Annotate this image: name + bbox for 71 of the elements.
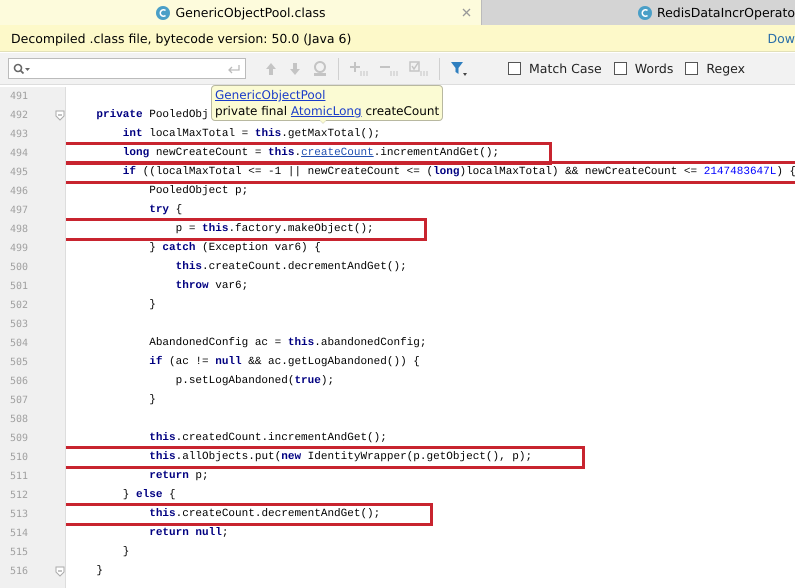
search-field[interactable] <box>8 58 246 79</box>
type-link[interactable]: AtomicLong <box>290 104 362 118</box>
class-file-icon <box>636 4 653 20</box>
code-line: return p; <box>148 469 209 484</box>
code-line: } <box>122 545 130 560</box>
line-number: 493 <box>8 129 28 140</box>
line-number: 499 <box>8 243 28 254</box>
line-number: 494 <box>8 148 28 159</box>
code-line: try { <box>148 203 182 218</box>
code-line: this.createdCount.incrementAndGet(); <box>148 431 387 446</box>
code-line: } else { <box>122 488 176 503</box>
line-number: 510 <box>8 452 28 463</box>
line-number: 498 <box>8 224 28 235</box>
line-number: 507 <box>8 395 28 406</box>
code-line: return null; <box>148 526 228 541</box>
line-number: 514 <box>8 528 28 539</box>
line-number: 506 <box>8 376 28 387</box>
editor-tab[interactable]: GenericObjectPool.class <box>0 0 482 25</box>
tooltip-text: private final AtomicLong createCount <box>215 103 440 119</box>
code-line: if (ac != null && ac.getLogAbandoned()) { <box>148 355 420 370</box>
filter-icon[interactable] <box>450 60 468 76</box>
code-line: int localMaxTotal = this.getMaxTotal(); <box>122 127 380 142</box>
search-icon <box>13 62 31 74</box>
line-number: 505 <box>8 357 28 368</box>
line-number: 513 <box>8 509 28 520</box>
class-link[interactable]: GenericObjectPool <box>215 88 326 102</box>
fold-icon[interactable] <box>55 566 65 577</box>
code-line: } <box>148 298 156 313</box>
code-line: } <box>148 393 156 408</box>
line-number: 503 <box>8 319 28 330</box>
fold-icon[interactable] <box>55 110 65 121</box>
enter-icon <box>227 64 241 74</box>
arrow-down-icon[interactable] <box>288 62 302 76</box>
download-link[interactable]: Dow <box>768 30 795 46</box>
line-number: 502 <box>8 300 28 311</box>
checkbox[interactable] <box>685 62 698 75</box>
line-number: 492 <box>8 110 28 121</box>
checkbox[interactable] <box>508 62 521 75</box>
person-icon[interactable] <box>312 60 328 76</box>
checkbox-label[interactable]: Match Case <box>529 61 602 76</box>
code-line: throw var6; <box>174 279 248 294</box>
line-number: 516 <box>8 566 28 577</box>
checkbox-label[interactable]: Regex <box>706 61 745 76</box>
code-line: AbandonedConfig ac = this.abandonedConfig; <box>148 336 426 351</box>
code-line: this.createCount.decrementAndGet(); <box>174 260 407 275</box>
checkbox-label[interactable]: Words <box>634 61 674 76</box>
code-line: p.setLogAbandoned(true); <box>174 374 334 389</box>
line-number: 508 <box>8 414 28 425</box>
code-line: } <box>95 564 104 579</box>
close-icon[interactable] <box>462 8 471 17</box>
line-number: 515 <box>8 547 28 558</box>
code-line: PooledObject p; <box>148 184 248 199</box>
line-number: 509 <box>8 433 28 444</box>
code-line: private PooledObj <box>95 108 209 123</box>
line-number: 500 <box>8 262 28 273</box>
line-number: 491 <box>8 91 28 102</box>
code-line: } catch (Exception var6) { <box>148 241 321 256</box>
banner-message: Decompiled .class file, bytecode version: 50.0 (Java 6) <box>11 30 352 46</box>
line-number: 504 <box>8 338 28 349</box>
line-number: 496 <box>8 186 28 197</box>
arrow-up-icon[interactable] <box>264 62 278 76</box>
checkbox[interactable] <box>614 62 627 75</box>
class-file-icon <box>155 4 172 20</box>
line-number: 511 <box>8 471 28 482</box>
line-number: 497 <box>8 205 28 216</box>
select-all-icon[interactable] <box>409 60 429 76</box>
line-number: 495 <box>8 167 28 178</box>
line-number: 501 <box>8 281 28 292</box>
code-link[interactable]: createCount <box>301 147 374 159</box>
add-selection-icon[interactable] <box>349 60 369 76</box>
line-number: 512 <box>8 490 28 501</box>
